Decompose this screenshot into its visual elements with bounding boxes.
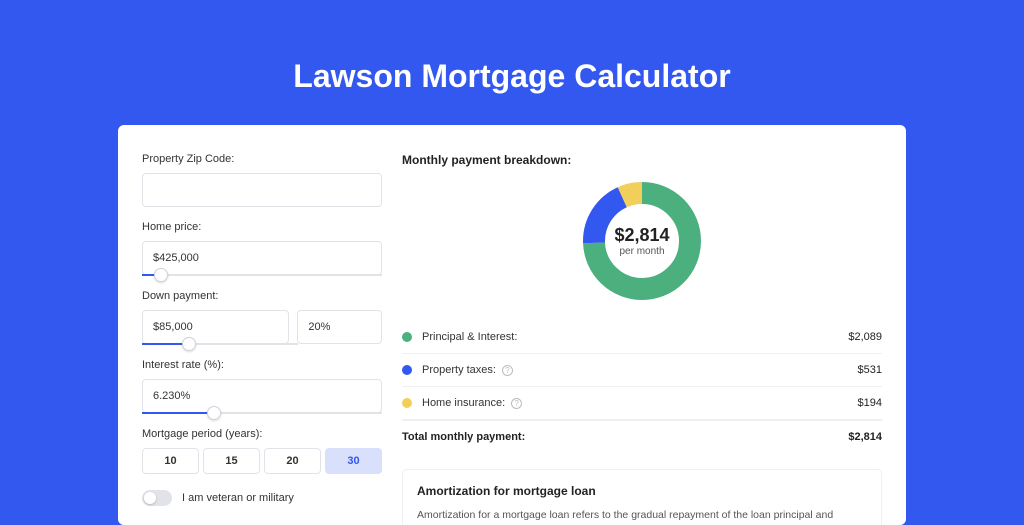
interest-field: Interest rate (%):: [142, 359, 382, 414]
donut-chart-wrap: $2,814 per month: [402, 179, 882, 303]
amortization-card: Amortization for mortgage loan Amortizat…: [402, 469, 882, 525]
donut-center: $2,814 per month: [580, 179, 704, 303]
donut-value: $2,814: [614, 225, 669, 246]
swatch-icon: [402, 332, 412, 342]
down-payment-amount-input[interactable]: [142, 310, 289, 344]
slider-thumb[interactable]: [154, 268, 168, 282]
period-option-20[interactable]: 20: [264, 448, 321, 474]
donut-chart: $2,814 per month: [580, 179, 704, 303]
home-price-field: Home price:: [142, 221, 382, 276]
legend-label: Home insurance: ?: [422, 397, 858, 409]
calculator-card: Property Zip Code: Home price: Down paym…: [118, 125, 906, 525]
interest-slider[interactable]: [142, 412, 382, 414]
period-label: Mortgage period (years):: [142, 428, 382, 440]
period-field: Mortgage period (years): 10 15 20 30: [142, 428, 382, 474]
period-options: 10 15 20 30: [142, 448, 382, 474]
amortization-body: Amortization for a mortgage loan refers …: [417, 508, 867, 525]
veteran-label: I am veteran or military: [182, 492, 294, 504]
veteran-row: I am veteran or military: [142, 490, 382, 506]
zip-label: Property Zip Code:: [142, 153, 382, 165]
swatch-icon: [402, 398, 412, 408]
page-title: Lawson Mortgage Calculator: [0, 0, 1024, 125]
info-icon[interactable]: ?: [511, 398, 522, 409]
period-option-30[interactable]: 30: [325, 448, 382, 474]
down-payment-slider[interactable]: [142, 343, 298, 345]
legend-value: $2,089: [848, 331, 882, 343]
breakdown-title: Monthly payment breakdown:: [402, 153, 882, 167]
legend-row-insurance: Home insurance: ? $194: [402, 387, 882, 420]
total-value: $2,814: [848, 431, 882, 443]
home-price-label: Home price:: [142, 221, 382, 233]
breakdown-panel: Monthly payment breakdown: $2,814 per mo…: [402, 153, 882, 525]
period-option-10[interactable]: 10: [142, 448, 199, 474]
legend-value: $531: [858, 364, 882, 376]
swatch-icon: [402, 365, 412, 375]
zip-field: Property Zip Code:: [142, 153, 382, 207]
legend-row-taxes: Property taxes: ? $531: [402, 354, 882, 387]
amortization-title: Amortization for mortgage loan: [417, 484, 867, 498]
total-label: Total monthly payment:: [402, 431, 848, 443]
inputs-panel: Property Zip Code: Home price: Down paym…: [142, 153, 382, 525]
total-row: Total monthly payment: $2,814: [402, 420, 882, 453]
legend-row-principal: Principal & Interest: $2,089: [402, 321, 882, 354]
interest-input[interactable]: [142, 379, 382, 413]
info-icon[interactable]: ?: [502, 365, 513, 376]
slider-thumb[interactable]: [182, 337, 196, 351]
veteran-toggle[interactable]: [142, 490, 172, 506]
home-price-slider[interactable]: [142, 274, 382, 276]
legend-value: $194: [858, 397, 882, 409]
down-payment-pct-input[interactable]: [297, 310, 382, 344]
donut-sub: per month: [619, 246, 664, 257]
slider-thumb[interactable]: [207, 406, 221, 420]
down-payment-field: Down payment:: [142, 290, 382, 345]
legend-label: Principal & Interest:: [422, 331, 848, 343]
home-price-input[interactable]: [142, 241, 382, 275]
interest-label: Interest rate (%):: [142, 359, 382, 371]
legend-label: Property taxes: ?: [422, 364, 858, 376]
period-option-15[interactable]: 15: [203, 448, 260, 474]
zip-input[interactable]: [142, 173, 382, 207]
down-payment-label: Down payment:: [142, 290, 382, 302]
